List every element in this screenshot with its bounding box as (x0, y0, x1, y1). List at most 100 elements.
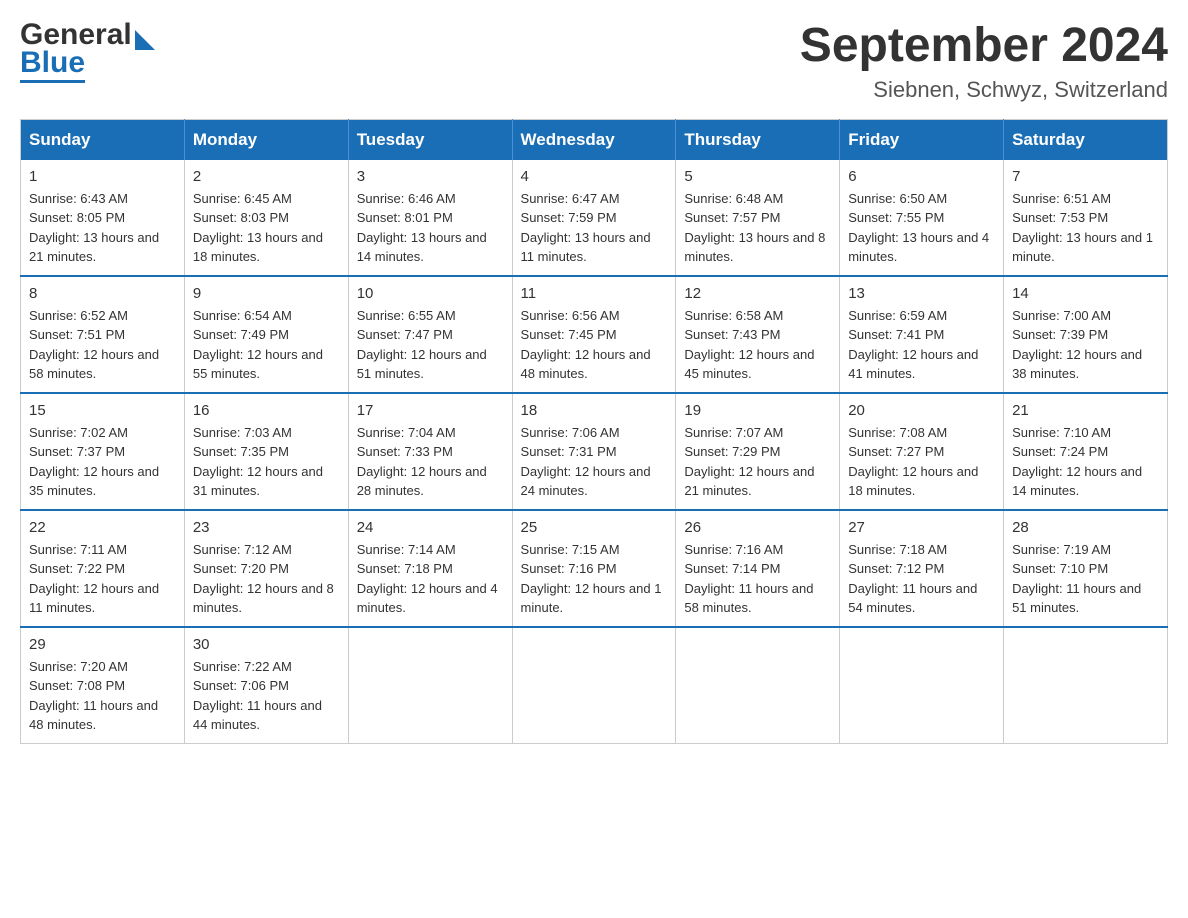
day-number: 13 (848, 285, 995, 302)
day-number: 9 (193, 285, 340, 302)
calendar-cell: 28 Sunrise: 7:19 AMSunset: 7:10 PMDaylig… (1004, 510, 1168, 627)
day-info: Sunrise: 7:07 AMSunset: 7:29 PMDaylight:… (684, 423, 831, 501)
day-info: Sunrise: 7:20 AMSunset: 7:08 PMDaylight:… (29, 657, 176, 735)
day-number: 15 (29, 402, 176, 419)
day-info: Sunrise: 7:02 AMSunset: 7:37 PMDaylight:… (29, 423, 176, 501)
day-info: Sunrise: 6:56 AMSunset: 7:45 PMDaylight:… (521, 306, 668, 384)
day-number: 28 (1012, 519, 1159, 536)
calendar-cell: 14 Sunrise: 7:00 AMSunset: 7:39 PMDaylig… (1004, 276, 1168, 393)
calendar-cell: 26 Sunrise: 7:16 AMSunset: 7:14 PMDaylig… (676, 510, 840, 627)
calendar-week-row: 15 Sunrise: 7:02 AMSunset: 7:37 PMDaylig… (21, 393, 1168, 510)
day-info: Sunrise: 7:18 AMSunset: 7:12 PMDaylight:… (848, 540, 995, 618)
day-number: 24 (357, 519, 504, 536)
day-number: 11 (521, 285, 668, 302)
calendar-cell: 25 Sunrise: 7:15 AMSunset: 7:16 PMDaylig… (512, 510, 676, 627)
day-info: Sunrise: 7:22 AMSunset: 7:06 PMDaylight:… (193, 657, 340, 735)
day-number: 19 (684, 402, 831, 419)
day-number: 25 (521, 519, 668, 536)
day-number: 18 (521, 402, 668, 419)
calendar-week-row: 29 Sunrise: 7:20 AMSunset: 7:08 PMDaylig… (21, 627, 1168, 744)
month-year-title: September 2024 (800, 20, 1168, 73)
calendar-cell (348, 627, 512, 744)
calendar-cell (512, 627, 676, 744)
day-info: Sunrise: 6:50 AMSunset: 7:55 PMDaylight:… (848, 189, 995, 267)
day-info: Sunrise: 7:14 AMSunset: 7:18 PMDaylight:… (357, 540, 504, 618)
day-info: Sunrise: 7:06 AMSunset: 7:31 PMDaylight:… (521, 423, 668, 501)
day-info: Sunrise: 6:43 AMSunset: 8:05 PMDaylight:… (29, 189, 176, 267)
day-info: Sunrise: 7:11 AMSunset: 7:22 PMDaylight:… (29, 540, 176, 618)
day-number: 21 (1012, 402, 1159, 419)
calendar-cell (676, 627, 840, 744)
day-info: Sunrise: 7:03 AMSunset: 7:35 PMDaylight:… (193, 423, 340, 501)
day-info: Sunrise: 6:46 AMSunset: 8:01 PMDaylight:… (357, 189, 504, 267)
calendar-header-row: Sunday Monday Tuesday Wednesday Thursday… (21, 119, 1168, 160)
day-info: Sunrise: 7:19 AMSunset: 7:10 PMDaylight:… (1012, 540, 1159, 618)
logo-arrow-icon (135, 30, 155, 50)
day-info: Sunrise: 7:00 AMSunset: 7:39 PMDaylight:… (1012, 306, 1159, 384)
header-wednesday: Wednesday (512, 119, 676, 160)
day-number: 14 (1012, 285, 1159, 302)
day-number: 7 (1012, 168, 1159, 185)
day-number: 2 (193, 168, 340, 185)
calendar-cell: 13 Sunrise: 6:59 AMSunset: 7:41 PMDaylig… (840, 276, 1004, 393)
calendar-cell (1004, 627, 1168, 744)
title-section: September 2024 Siebnen, Schwyz, Switzerl… (800, 20, 1168, 103)
calendar-cell: 5 Sunrise: 6:48 AMSunset: 7:57 PMDayligh… (676, 160, 840, 276)
calendar-cell: 19 Sunrise: 7:07 AMSunset: 7:29 PMDaylig… (676, 393, 840, 510)
page-header: General Blue September 2024 Siebnen, Sch… (20, 20, 1168, 103)
calendar-cell: 18 Sunrise: 7:06 AMSunset: 7:31 PMDaylig… (512, 393, 676, 510)
day-number: 10 (357, 285, 504, 302)
header-sunday: Sunday (21, 119, 185, 160)
day-info: Sunrise: 6:55 AMSunset: 7:47 PMDaylight:… (357, 306, 504, 384)
calendar-cell: 12 Sunrise: 6:58 AMSunset: 7:43 PMDaylig… (676, 276, 840, 393)
day-info: Sunrise: 7:15 AMSunset: 7:16 PMDaylight:… (521, 540, 668, 618)
calendar-cell: 2 Sunrise: 6:45 AMSunset: 8:03 PMDayligh… (184, 160, 348, 276)
calendar-cell: 7 Sunrise: 6:51 AMSunset: 7:53 PMDayligh… (1004, 160, 1168, 276)
day-info: Sunrise: 6:47 AMSunset: 7:59 PMDaylight:… (521, 189, 668, 267)
day-number: 16 (193, 402, 340, 419)
calendar-cell: 24 Sunrise: 7:14 AMSunset: 7:18 PMDaylig… (348, 510, 512, 627)
day-info: Sunrise: 7:04 AMSunset: 7:33 PMDaylight:… (357, 423, 504, 501)
day-info: Sunrise: 7:08 AMSunset: 7:27 PMDaylight:… (848, 423, 995, 501)
calendar-cell: 29 Sunrise: 7:20 AMSunset: 7:08 PMDaylig… (21, 627, 185, 744)
calendar-cell: 16 Sunrise: 7:03 AMSunset: 7:35 PMDaylig… (184, 393, 348, 510)
header-saturday: Saturday (1004, 119, 1168, 160)
calendar-cell: 22 Sunrise: 7:11 AMSunset: 7:22 PMDaylig… (21, 510, 185, 627)
day-info: Sunrise: 6:51 AMSunset: 7:53 PMDaylight:… (1012, 189, 1159, 267)
day-number: 6 (848, 168, 995, 185)
calendar-cell (840, 627, 1004, 744)
day-number: 27 (848, 519, 995, 536)
calendar-cell: 10 Sunrise: 6:55 AMSunset: 7:47 PMDaylig… (348, 276, 512, 393)
logo-blue: Blue (20, 48, 85, 83)
header-tuesday: Tuesday (348, 119, 512, 160)
day-number: 17 (357, 402, 504, 419)
day-info: Sunrise: 7:12 AMSunset: 7:20 PMDaylight:… (193, 540, 340, 618)
calendar-cell: 4 Sunrise: 6:47 AMSunset: 7:59 PMDayligh… (512, 160, 676, 276)
calendar-cell: 3 Sunrise: 6:46 AMSunset: 8:01 PMDayligh… (348, 160, 512, 276)
day-number: 4 (521, 168, 668, 185)
day-info: Sunrise: 6:54 AMSunset: 7:49 PMDaylight:… (193, 306, 340, 384)
calendar-cell: 21 Sunrise: 7:10 AMSunset: 7:24 PMDaylig… (1004, 393, 1168, 510)
calendar-cell: 20 Sunrise: 7:08 AMSunset: 7:27 PMDaylig… (840, 393, 1004, 510)
day-number: 29 (29, 636, 176, 653)
calendar-week-row: 22 Sunrise: 7:11 AMSunset: 7:22 PMDaylig… (21, 510, 1168, 627)
calendar-cell: 15 Sunrise: 7:02 AMSunset: 7:37 PMDaylig… (21, 393, 185, 510)
day-number: 22 (29, 519, 176, 536)
day-info: Sunrise: 7:16 AMSunset: 7:14 PMDaylight:… (684, 540, 831, 618)
day-info: Sunrise: 7:10 AMSunset: 7:24 PMDaylight:… (1012, 423, 1159, 501)
day-number: 12 (684, 285, 831, 302)
day-info: Sunrise: 6:52 AMSunset: 7:51 PMDaylight:… (29, 306, 176, 384)
calendar-cell: 8 Sunrise: 6:52 AMSunset: 7:51 PMDayligh… (21, 276, 185, 393)
day-number: 23 (193, 519, 340, 536)
day-info: Sunrise: 6:48 AMSunset: 7:57 PMDaylight:… (684, 189, 831, 267)
header-friday: Friday (840, 119, 1004, 160)
header-monday: Monday (184, 119, 348, 160)
day-number: 20 (848, 402, 995, 419)
logo: General Blue (20, 20, 155, 83)
day-number: 1 (29, 168, 176, 185)
day-number: 30 (193, 636, 340, 653)
calendar-cell: 17 Sunrise: 7:04 AMSunset: 7:33 PMDaylig… (348, 393, 512, 510)
calendar-cell: 23 Sunrise: 7:12 AMSunset: 7:20 PMDaylig… (184, 510, 348, 627)
day-info: Sunrise: 6:58 AMSunset: 7:43 PMDaylight:… (684, 306, 831, 384)
day-info: Sunrise: 6:45 AMSunset: 8:03 PMDaylight:… (193, 189, 340, 267)
